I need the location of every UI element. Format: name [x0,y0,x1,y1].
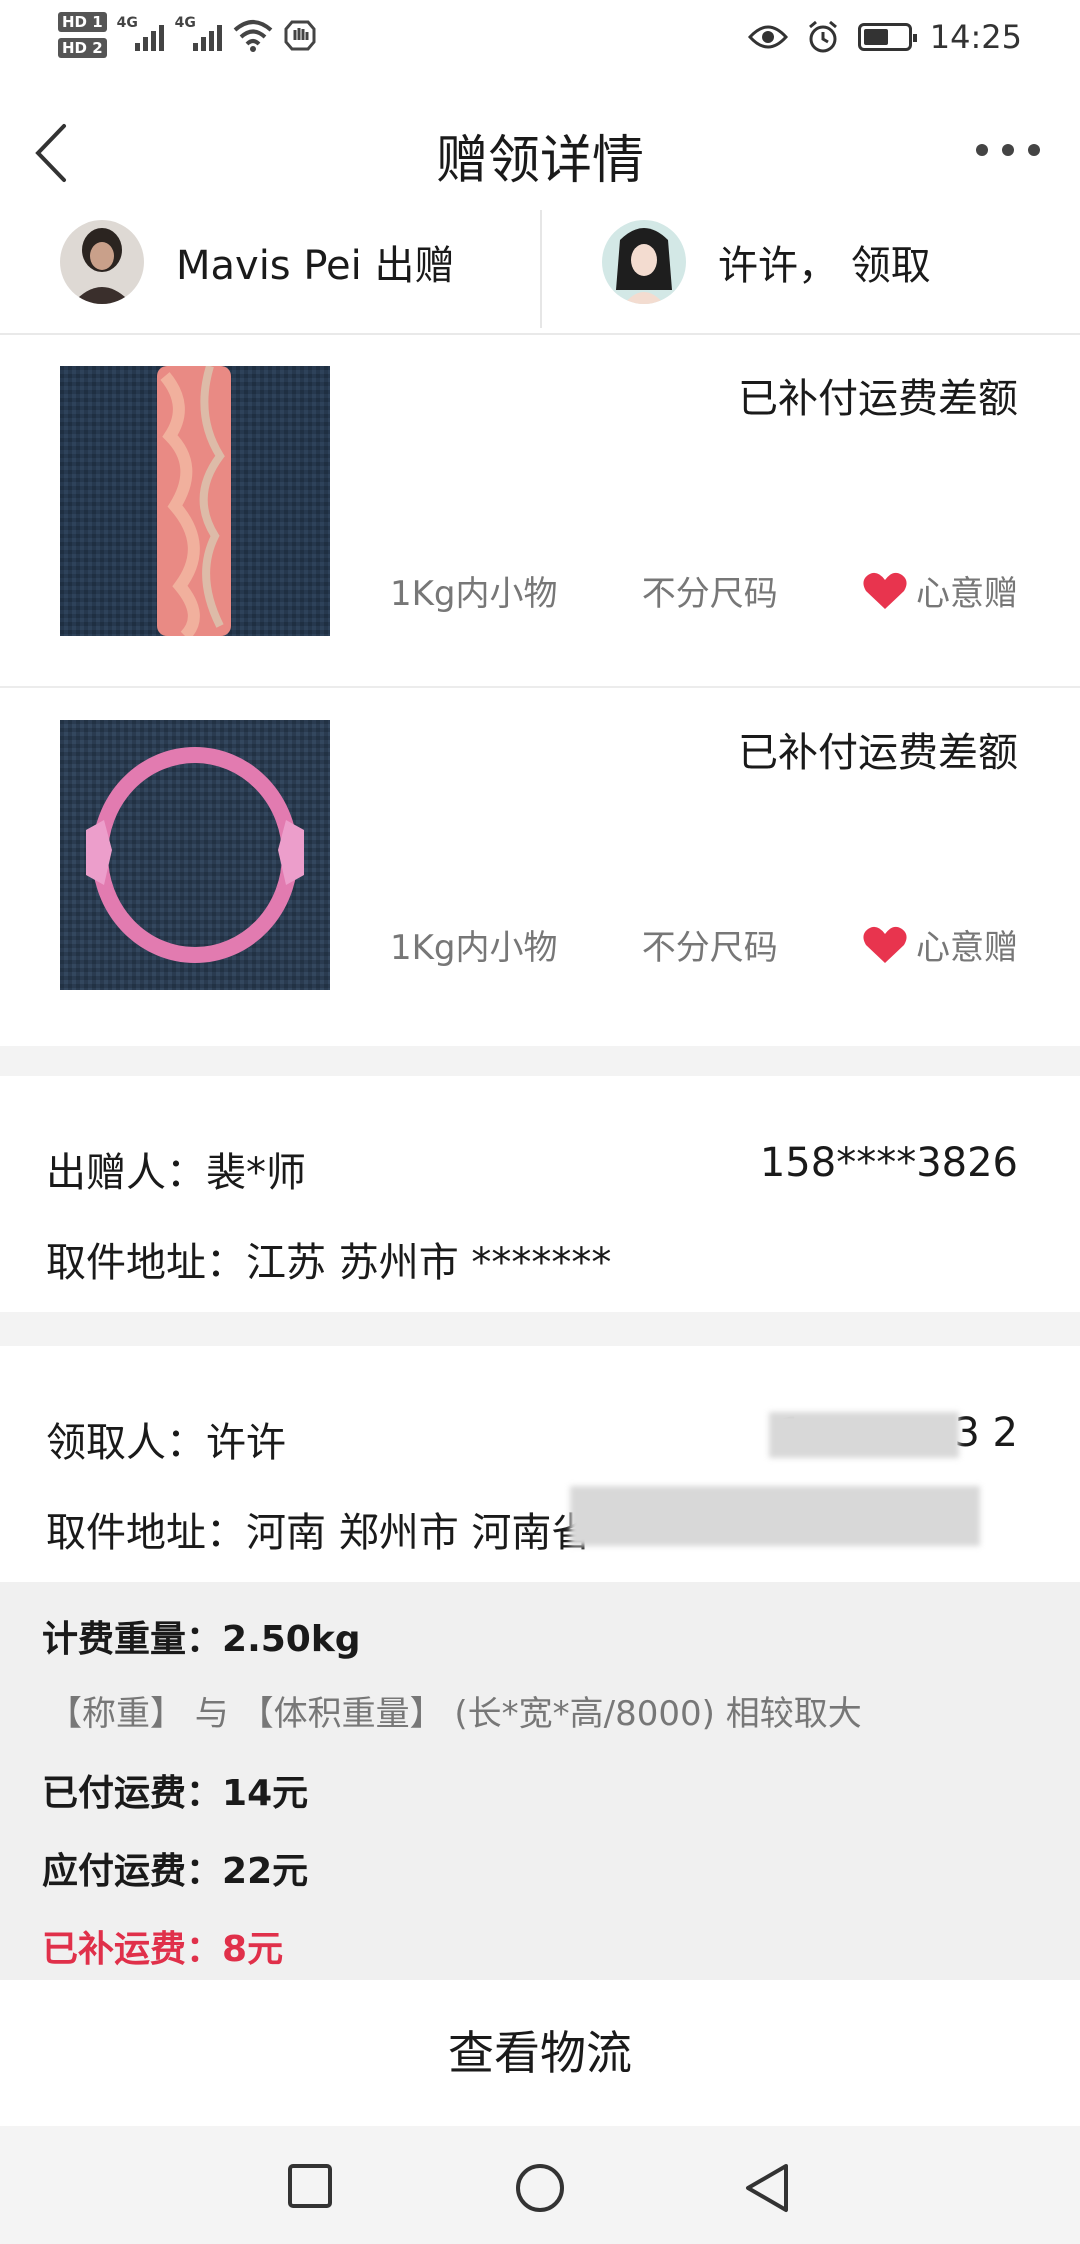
party-divider [540,210,542,328]
shipping-fee-panel: 计费重量：2.50kg 【称重】 与 【体积重量】 (长*宽*高/8000) 相… [0,1582,1080,1980]
hand-icon [284,20,316,51]
receiver-name-row: 领取人：许许 13 2 [46,1410,1018,1468]
item-size: 不分尺码 [641,928,778,968]
clock-time: 14:25 [929,18,1022,56]
giver-party[interactable]: Mavis Pei 出赠 [60,220,455,304]
due-fee: 应付运费：22元 [42,1851,309,1892]
parties-header: Mavis Pei 出赠 许许， 领取 [0,210,1080,335]
item-photo [60,720,330,990]
gift-type-tag: 心意赠 [862,566,1018,615]
recent-apps-icon[interactable] [286,2162,334,2210]
wifi-icon [233,20,272,52]
eye-icon [747,25,788,49]
signal-icon: 4G [175,15,223,55]
receiver-party[interactable]: 许许， 领取 [602,220,931,304]
item-status: 已补付运费差额 [738,376,1018,422]
giver-avatar [60,220,144,304]
item-tags: 1Kg内小物 不分尺码 心意赠 [390,920,1018,969]
receiver-name-field: 领取人：许许 [46,1420,286,1466]
giver-label: Mavis Pei 出赠 [176,243,455,289]
redaction-mosaic [570,1486,980,1546]
hd1-badge: HD 1 [58,12,107,32]
gift-item[interactable]: 已补付运费差额 1Kg内小物 不分尺码 心意赠 [0,336,1080,688]
gift-item[interactable]: 已补付运费差额 1Kg内小物 不分尺码 心意赠 [0,690,1080,1042]
gift-type-tag: 心意赠 [862,920,1018,969]
item-size: 不分尺码 [641,574,778,614]
battery-icon [857,23,917,51]
receiver-label: 许许， 领取 [718,243,931,289]
item-tags: 1Kg内小物 不分尺码 心意赠 [390,566,1018,615]
giver-address-field: 取件地址：江苏 苏州市 ******* [46,1240,612,1286]
hd2-badge: HD 2 [58,38,107,58]
billing-weight: 计费重量：2.50kg [42,1619,361,1660]
topup-fee: 已补运费：8元 [42,1929,284,1970]
redaction-mosaic [768,1412,959,1458]
page-title: 赠领详情 [435,131,644,191]
alarm-icon [808,20,837,53]
item-photo [60,366,330,636]
view-logistics-button[interactable]: 查看物流 [0,1980,1080,2120]
receiver-avatar [602,220,686,304]
heart-icon [863,572,907,609]
status-left: HD 1 HD 2 4G 4G [58,12,317,58]
home-icon[interactable] [514,2162,566,2214]
system-nav-bar [0,2126,1080,2244]
status-right: 14:25 [747,18,1022,56]
back-icon[interactable] [742,2162,792,2214]
signal-icon: 4G [117,15,165,55]
item-size-class: 1Kg内小物 [390,574,558,614]
status-bar: HD 1 HD 2 4G 4G 14:25 [0,0,1080,80]
section-gap [0,1046,1080,1076]
heart-icon [863,926,907,963]
item-size-class: 1Kg内小物 [390,928,558,968]
giver-name-field: 出赠人：裴*师 [46,1150,306,1196]
more-icon[interactable] [976,130,1040,170]
giver-address-row: 取件地址：江苏 苏州市 ******* [46,1230,1018,1288]
hd-indicators: HD 1 HD 2 [58,12,107,58]
section-gap [0,1312,1080,1346]
weight-rule-note: 【称重】 与 【体积重量】 (长*宽*高/8000) 相较取大 [48,1694,862,1734]
item-status: 已补付运费差额 [738,730,1018,776]
giver-name-row: 出赠人：裴*师 158****3826 [46,1140,1018,1198]
receiver-phone[interactable]: 13 2 [768,1410,1018,1468]
paid-fee: 已付运费：14元 [42,1773,309,1814]
giver-phone[interactable]: 158****3826 [760,1140,1018,1198]
nav-bar: 赠领详情 [0,100,1080,210]
receiver-address-field: 取件地址：河南 郑州市 河南省 [46,1510,592,1556]
